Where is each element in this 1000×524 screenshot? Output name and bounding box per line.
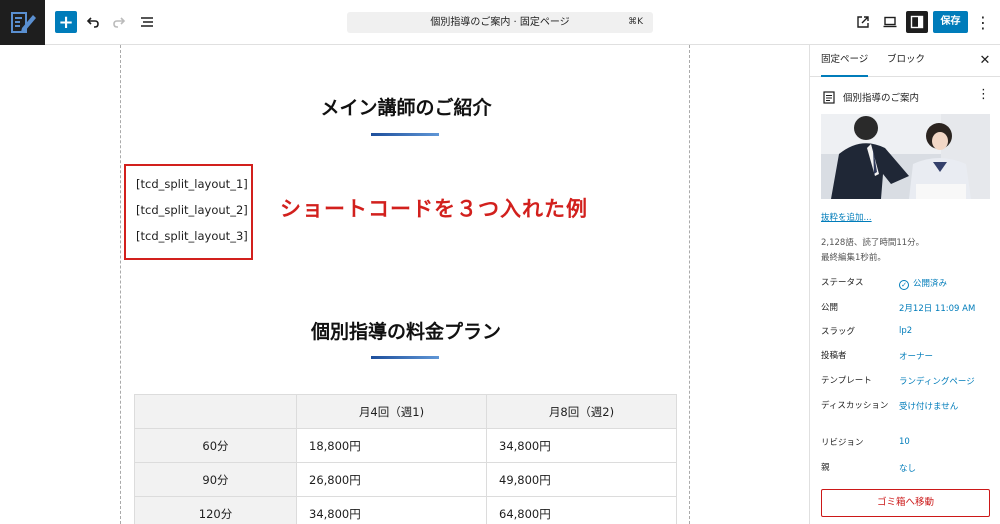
tab-block[interactable]: ブロック — [887, 45, 925, 77]
meta-row-status: ステータス ✓ 公開済み — [821, 277, 996, 291]
meta-key: 親 — [821, 463, 830, 473]
meta-value-slug[interactable]: lp2 — [899, 326, 912, 336]
shortcode-line-2[interactable]: [tcd_split_layout_2] — [136, 203, 248, 217]
settings-toggle-button[interactable] — [906, 11, 928, 33]
featured-image-photo — [821, 114, 990, 199]
settings-sidebar: 固定ページ ブロック ✕ 個別指導のご案内 ⋮ 抜粋を追加... 2,128語、… — [809, 45, 1000, 524]
word-count-text: 2,128語、読了時間11分。 — [821, 238, 925, 248]
add-block-button[interactable]: + — [55, 11, 77, 33]
meta-row-template: テンプレート ランディングページ — [821, 375, 996, 389]
external-link-icon — [857, 16, 869, 28]
meta-value-parent[interactable]: なし — [899, 462, 916, 474]
table-row-header: 90分 — [134, 462, 297, 497]
site-logo[interactable] — [0, 0, 45, 45]
meta-value-template[interactable]: ランディングページ — [899, 375, 975, 387]
sidebar-icon — [910, 15, 924, 29]
heading-price-plan[interactable]: 個別指導の料金プラン — [121, 317, 691, 344]
heading-underline — [371, 356, 439, 359]
redo-button[interactable] — [108, 11, 130, 33]
page-content-frame: メイン講師のご紹介 [tcd_split_layout_1] [tcd_spli… — [120, 45, 690, 524]
editor-toolbar: + 個別指導のご案内 · 固定ページ ⌘K 保存 ⋮ — [0, 0, 1000, 45]
heading-main-instructor[interactable]: メイン講師のご紹介 — [121, 93, 691, 120]
meta-row-slug: スラッグ lp2 — [821, 326, 996, 340]
save-button[interactable]: 保存 — [933, 11, 968, 33]
table-row: 60分 18,800円 34,800円 — [134, 428, 677, 463]
shortcut-hint: ⌘K — [628, 17, 643, 27]
price-table[interactable]: 月4回（週1) 月8回（週2) 60分 18,800円 34,800円 90分 … — [134, 394, 677, 524]
shortcode-highlight-box: [tcd_split_layout_1] [tcd_split_layout_2… — [124, 164, 253, 260]
undo-button[interactable] — [82, 11, 104, 33]
table-row: 90分 26,800円 49,800円 — [134, 462, 677, 497]
meta-key: リビジョン — [821, 438, 864, 448]
meta-value-revisions[interactable]: 10 — [899, 437, 910, 447]
page-icon — [823, 91, 835, 104]
meta-key: テンプレート — [821, 376, 872, 386]
table-header-cell — [134, 394, 297, 429]
redo-icon — [113, 17, 126, 28]
status-text: 公開済み — [913, 279, 948, 289]
command-palette-bar[interactable]: 個別指導のご案内 · 固定ページ ⌘K — [347, 12, 653, 33]
close-sidebar-button[interactable]: ✕ — [977, 53, 993, 69]
table-row: 120分 34,800円 64,800円 — [134, 496, 677, 524]
meta-key: 投稿者 — [821, 351, 847, 361]
table-cell: 18,800円 — [296, 428, 487, 463]
meta-value-discussion[interactable]: 受け付けません — [899, 400, 958, 412]
shortcode-line-1[interactable]: [tcd_split_layout_1] — [136, 177, 248, 191]
document-overview-button[interactable] — [136, 11, 158, 33]
meta-row-parent: 親 なし — [821, 462, 996, 476]
meta-row-publish: 公開 2月12日 11:09 AM — [821, 302, 996, 316]
view-page-button[interactable] — [852, 11, 874, 33]
meta-row-revisions: リビジョン 10 — [821, 437, 996, 451]
meta-row-discussion: ディスカッション 受け付けません — [821, 400, 996, 428]
add-excerpt-link[interactable]: 抜粋を追加... — [821, 211, 872, 223]
table-cell: 26,800円 — [296, 462, 487, 497]
tab-page[interactable]: 固定ページ — [821, 45, 869, 77]
table-header-cell: 月8回（週2) — [486, 394, 677, 429]
desktop-icon — [883, 16, 897, 28]
featured-image[interactable] — [821, 114, 990, 199]
page-actions-button[interactable]: ⋮ — [977, 87, 990, 102]
edit-pen-icon — [10, 11, 36, 33]
table-header-cell: 月4回（週1) — [296, 394, 487, 429]
meta-key: 公開 — [821, 303, 839, 313]
document-title: 個別指導のご案内 · 固定ページ — [430, 17, 570, 28]
list-view-icon — [141, 17, 153, 27]
sidebar-tabs: 固定ページ ブロック ✕ — [810, 45, 1000, 77]
annotation-text: ショートコードを３つ入れた例 — [280, 197, 588, 221]
table-cell: 34,800円 — [296, 496, 487, 524]
preview-button[interactable] — [879, 11, 901, 33]
table-cell: 49,800円 — [486, 462, 677, 497]
sidebar-doc-title: 個別指導のご案内 — [843, 93, 920, 104]
meta-key: ディスカッション — [821, 401, 889, 411]
more-vertical-icon: ⋮ — [977, 87, 990, 102]
meta-value-status[interactable]: ✓ 公開済み — [899, 277, 947, 290]
undo-icon — [86, 17, 99, 28]
table-header-row: 月4回（週1) 月8回（週2) — [134, 394, 677, 429]
shortcode-line-3[interactable]: [tcd_split_layout_3] — [136, 229, 248, 243]
last-edited-text: 最終編集1秒前。 — [821, 253, 886, 263]
meta-value-publish-date[interactable]: 2月12日 11:09 AM — [899, 302, 975, 314]
plus-icon: + — [58, 11, 74, 33]
published-check-icon: ✓ — [899, 280, 909, 290]
table-cell: 64,800円 — [486, 496, 677, 524]
meta-key: スラッグ — [821, 327, 856, 337]
table-row-header: 120分 — [134, 496, 297, 524]
meta-value-author[interactable]: オーナー — [899, 350, 933, 362]
table-row-header: 60分 — [134, 428, 297, 463]
meta-row-author: 投稿者 オーナー — [821, 350, 996, 364]
more-vertical-icon: ⋮ — [975, 12, 991, 32]
more-options-button[interactable]: ⋮ — [972, 11, 994, 33]
table-cell: 34,800円 — [486, 428, 677, 463]
heading-underline — [371, 133, 439, 136]
meta-key: ステータス — [821, 278, 864, 288]
move-to-trash-button[interactable]: ゴミ箱へ移動 — [821, 489, 990, 517]
close-icon: ✕ — [979, 53, 991, 68]
